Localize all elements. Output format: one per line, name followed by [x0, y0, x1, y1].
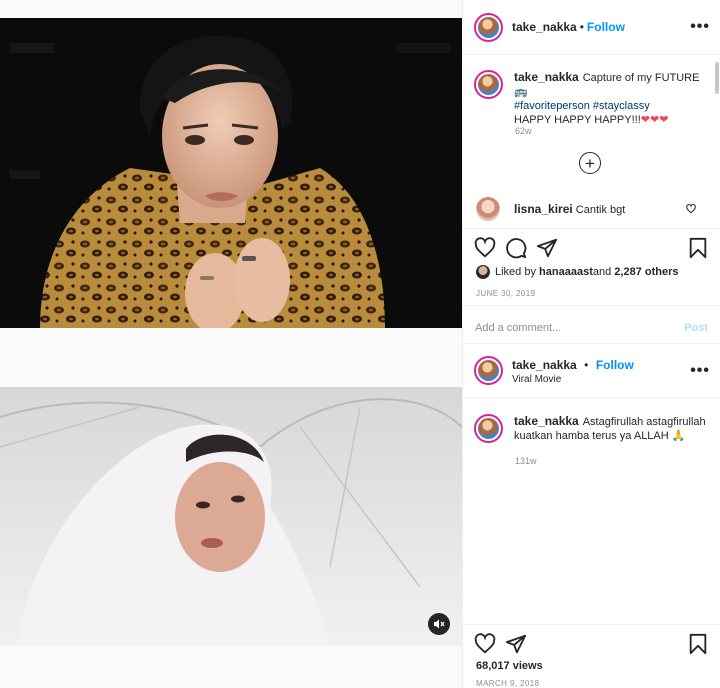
caption: take_nakka Astagfirullah astagfirullah ku…	[474, 414, 712, 443]
more-options-icon[interactable]: •••	[690, 18, 710, 36]
bookmark-icon[interactable]	[687, 237, 709, 259]
avatar[interactable]	[474, 356, 503, 385]
caption-username[interactable]: take_nakka	[514, 414, 579, 428]
post-photo[interactable]	[0, 18, 462, 328]
hashtag-link[interactable]: #stayclassy	[593, 100, 650, 112]
post-comment-button[interactable]: Post	[684, 322, 708, 334]
username-link[interactable]: take_nakka	[512, 20, 577, 34]
views-count[interactable]: 68,017 views	[476, 660, 543, 672]
speaker-muted-icon	[434, 619, 445, 629]
commenter-username[interactable]: lisna_kirei	[514, 202, 573, 216]
caption-body: Astagfirullah astagfirullah	[582, 416, 706, 428]
header-text: take_nakka • Follow Viral Movie	[512, 356, 634, 385]
liker-username[interactable]: hanaaaast	[539, 266, 593, 278]
username-link[interactable]: take_nakka	[512, 358, 577, 372]
caption-line: HAPPY HAPPY HAPPY!!!	[514, 114, 641, 126]
commenter-avatar[interactable]	[476, 197, 500, 221]
video-frame	[0, 387, 462, 646]
likes-prefix: Liked by	[495, 266, 536, 278]
action-bar: 68,017 views MARCH 9, 2018	[463, 624, 720, 688]
bookmark-icon[interactable]	[687, 633, 709, 655]
share-icon[interactable]	[505, 633, 527, 655]
caption-body: Capture of my FUTURE	[582, 72, 700, 84]
location-link[interactable]: Viral Movie	[512, 374, 634, 385]
share-icon[interactable]	[536, 237, 558, 259]
likes-and: and	[592, 266, 612, 278]
more-options-icon[interactable]: •••	[690, 362, 710, 380]
post-time[interactable]: 62w	[515, 126, 532, 136]
post-header: take_nakka • Follow •••	[463, 0, 720, 55]
comment-icon[interactable]	[505, 237, 527, 259]
likes-summary: Liked by hanaaaast and 2,287 others	[476, 265, 678, 279]
caption-text: take_nakka Capture of my FUTURE 🚌 #favori…	[514, 70, 712, 127]
avatar[interactable]	[474, 12, 503, 42]
action-bar: Liked by hanaaaast and 2,287 others JUNE…	[463, 228, 720, 343]
post-video[interactable]	[0, 387, 462, 646]
caption-text: take_nakka Astagfirullah astagfirullah ku…	[514, 414, 706, 443]
comment-text: lisna_kirei Cantik bgt	[514, 202, 625, 216]
praying-hands-icon: 🙏	[671, 430, 686, 442]
heart-emoji-icon: ❤❤❤	[640, 114, 669, 126]
post-time[interactable]: 131w	[515, 456, 537, 466]
comment-input[interactable]	[475, 322, 685, 334]
post-date[interactable]: JUNE 30, 2019	[476, 289, 535, 298]
separator-dot: •	[579, 20, 584, 34]
liker-avatar[interactable]	[476, 265, 490, 279]
separator-dot: •	[584, 358, 589, 372]
avatar[interactable]	[474, 414, 503, 443]
likes-count-link[interactable]: 2,287 others	[614, 266, 678, 278]
load-more-comments-button[interactable]: +	[579, 152, 601, 174]
comment-body: Cantik bgt	[575, 204, 626, 216]
heart-icon[interactable]	[474, 633, 496, 655]
post-2-sidebar: take_nakka • Follow Viral Movie ••• take…	[462, 343, 720, 688]
caption-username[interactable]: take_nakka	[514, 70, 579, 84]
post-date[interactable]: MARCH 9, 2018	[476, 679, 539, 688]
caption: take_nakka Capture of my FUTURE 🚌 #favori…	[474, 70, 712, 127]
scrollbar[interactable]	[715, 62, 719, 94]
comment: lisna_kirei Cantik bgt	[476, 197, 700, 221]
post-header: take_nakka • Follow Viral Movie •••	[463, 344, 720, 398]
follow-button[interactable]: Follow	[587, 20, 625, 34]
hashtag-link[interactable]: #favoriteperson	[514, 100, 590, 112]
heart-icon[interactable]	[474, 237, 496, 259]
follow-button[interactable]: Follow	[596, 358, 634, 372]
plus-circle-icon: +	[585, 153, 595, 173]
mute-button[interactable]	[428, 613, 450, 635]
comment-like-heart-icon[interactable]	[686, 204, 696, 214]
post-1-sidebar: take_nakka • Follow ••• take_nakka Captur…	[462, 0, 720, 343]
bus-emoji-icon: 🚌	[514, 86, 528, 98]
caption-line: kuatkan hamba terus ya ALLAH	[514, 430, 669, 442]
portrait-photo	[0, 18, 462, 328]
avatar[interactable]	[474, 70, 503, 99]
